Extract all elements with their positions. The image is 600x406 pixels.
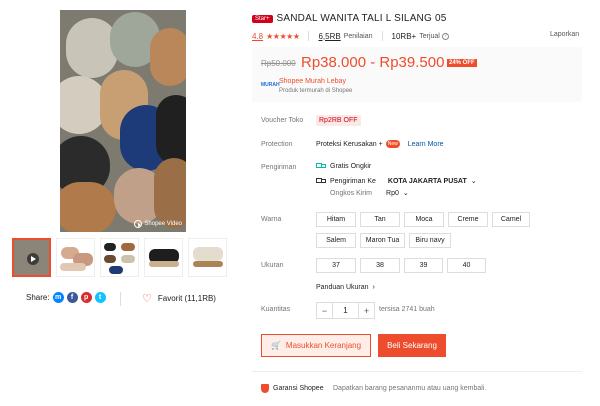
product-title: SANDAL WANITA TALI L SILANG 05 xyxy=(276,13,447,24)
guarantee-description: Dapatkan barang pesananmu atau uang kemb… xyxy=(333,385,487,392)
thumbnail-strip xyxy=(12,238,227,277)
thumbnail-image[interactable] xyxy=(188,238,227,277)
thumbnail-image[interactable] xyxy=(100,238,139,277)
size-option[interactable]: 39 xyxy=(404,258,443,273)
sold-label: Terjual xyxy=(419,32,440,40)
ratings-count[interactable]: 6,5RB xyxy=(318,32,340,41)
color-option[interactable]: Maron Tua xyxy=(360,233,405,248)
guarantee-row[interactable]: Garansi Shopee xyxy=(261,384,324,393)
color-option[interactable]: Salem xyxy=(316,233,356,248)
size-label: Ukuran xyxy=(261,262,284,269)
color-option[interactable]: Camel xyxy=(492,212,530,227)
price-box: Rp50.000 Rp38.000 - Rp39.500 24% OFF MUR… xyxy=(252,47,582,102)
ratings-label: Penilaian xyxy=(343,32,373,40)
product-stats: 4.8 ★★★★★ 6,5RB Penilaian 10RB+ Terjual … xyxy=(252,31,582,41)
messenger-icon[interactable]: m xyxy=(52,292,64,303)
decrease-button[interactable]: − xyxy=(316,302,333,319)
buy-now-button[interactable]: Beli Sekarang xyxy=(378,334,446,357)
size-guide-link[interactable]: Panduan Ukuran › xyxy=(316,284,375,291)
stock-remaining: tersisa 2741 buah xyxy=(379,306,435,313)
discount-badge: 24% OFF xyxy=(447,59,477,67)
share-divider xyxy=(120,292,121,306)
thumbnail-image[interactable] xyxy=(144,238,183,277)
heart-icon: ♡ xyxy=(142,292,152,305)
share-label: Share: xyxy=(26,293,50,302)
report-link[interactable]: Laporkan xyxy=(550,31,579,38)
protection-label: Protection xyxy=(261,141,293,148)
color-label: Warna xyxy=(261,216,282,223)
rating-value[interactable]: 4.8 xyxy=(252,32,263,41)
product-page: Shopee Video Share: m f p t ♡ Favorit (1… xyxy=(0,0,600,406)
size-option[interactable]: 38 xyxy=(360,258,400,273)
add-to-cart-button[interactable]: 🛒 Masukkan Keranjang xyxy=(261,334,371,357)
quantity-label: Kuantitas xyxy=(261,306,291,313)
quantity-input[interactable]: 1 xyxy=(333,302,358,319)
size-option[interactable]: 37 xyxy=(316,258,356,273)
color-option[interactable]: Hitam xyxy=(316,212,356,227)
pinterest-icon[interactable]: p xyxy=(80,292,92,303)
thumbnail-image[interactable] xyxy=(56,238,95,277)
twitter-icon[interactable]: t xyxy=(94,292,106,303)
thumbnail-video[interactable] xyxy=(12,238,51,277)
shipping-cost-row: Ongkos Kirim Rp0 ⌄ xyxy=(330,189,409,198)
play-icon xyxy=(27,253,39,265)
original-price: Rp50.000 xyxy=(261,59,296,68)
voucher-chip[interactable]: Rp2RB OFF xyxy=(316,115,361,126)
murah-lebay-logo-icon: MURAH xyxy=(261,82,280,88)
size-option[interactable]: 40 xyxy=(447,258,486,273)
facebook-icon[interactable]: f xyxy=(66,292,78,303)
free-shipping-row: Gratis Ongkir xyxy=(316,163,371,170)
shield-icon xyxy=(261,384,269,393)
favorite-button[interactable]: ♡ Favorit (11,1RB) xyxy=(142,292,216,305)
truck-icon xyxy=(316,177,326,185)
shopee-video-badge: Shopee Video xyxy=(134,220,182,228)
murah-lebay-label[interactable]: Shopee Murah Lebay xyxy=(279,78,346,85)
murah-lebay-subtext: Produk termurah di Shopee xyxy=(279,88,353,94)
sold-count: 10RB+ xyxy=(391,31,417,41)
ship-to-row: Pengiriman Ke KOTA JAKARTA PUSAT ⌄ xyxy=(316,177,477,185)
protection-row: Proteksi Kerusakan + New Learn More xyxy=(316,140,444,148)
protection-value: Proteksi Kerusakan + xyxy=(316,140,383,148)
help-icon[interactable]: ? xyxy=(441,32,449,40)
star-plus-badge: Star+ xyxy=(252,14,273,23)
price-range: Rp38.000 - Rp39.500 xyxy=(301,54,445,71)
main-product-image[interactable]: Shopee Video xyxy=(60,10,186,232)
shipping-label: Pengiriman xyxy=(261,164,297,171)
chevron-down-icon[interactable]: ⌄ xyxy=(471,177,477,185)
play-icon xyxy=(134,220,143,228)
quantity-stepper: − 1 + xyxy=(316,302,375,319)
ship-to-location[interactable]: KOTA JAKARTA PUSAT xyxy=(388,178,467,185)
free-shipping-icon xyxy=(316,163,326,170)
color-option[interactable]: Creme xyxy=(448,212,488,227)
color-option[interactable]: Tan xyxy=(360,212,400,227)
color-option[interactable]: Moca xyxy=(404,212,444,227)
increase-button[interactable]: + xyxy=(358,302,375,319)
share-bar: Share: m f p t xyxy=(26,292,106,303)
rating-stars-icon: ★★★★★ xyxy=(266,31,300,41)
shipping-cost[interactable]: Rp0 xyxy=(386,190,399,197)
product-title-row: Star+ SANDAL WANITA TALI L SILANG 05 xyxy=(252,13,446,24)
learn-more-link[interactable]: Learn More xyxy=(408,141,444,148)
chevron-down-icon[interactable]: ⌄ xyxy=(403,189,409,197)
divider xyxy=(252,371,582,372)
cart-icon: 🛒 xyxy=(270,341,281,350)
color-option[interactable]: Biru navy xyxy=(409,233,451,248)
new-badge: New xyxy=(385,140,400,148)
chevron-right-icon: › xyxy=(370,284,375,291)
voucher-label: Voucher Toko xyxy=(261,117,304,124)
